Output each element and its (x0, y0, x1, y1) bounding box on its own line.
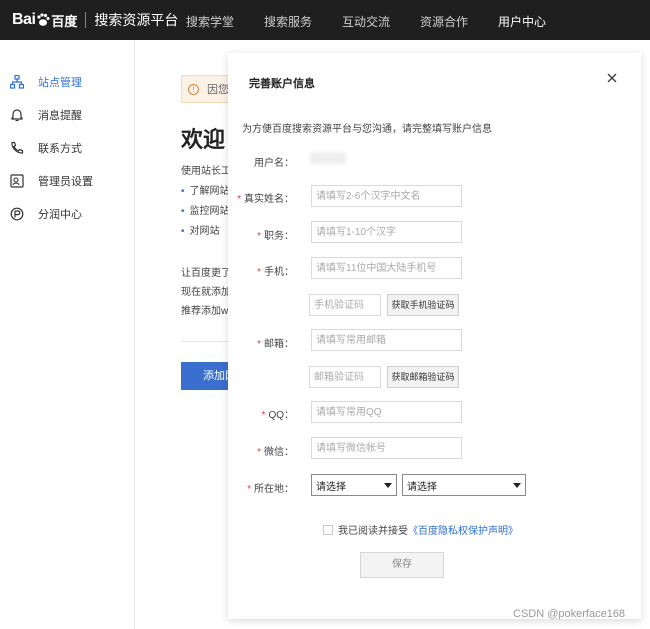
sidebar-item-label: 站点管理 (38, 77, 82, 89)
position-input[interactable] (311, 221, 462, 243)
logo-bai-text: Bai (12, 11, 36, 28)
bell-icon (11, 109, 23, 122)
realname-label: * 真实姓名： (237, 194, 294, 205)
watermark-text: CSDN @pokerface168 (513, 608, 626, 620)
qq-input[interactable] (311, 401, 462, 423)
para-line: 让百度更了 (181, 268, 231, 279)
logo-divider (85, 12, 87, 28)
phone-label: * 手机： (257, 267, 294, 278)
sidebar-item-admin-settings[interactable]: 管理员设置 (0, 167, 135, 195)
agreement-row: 我已阅读并接受 《百度隐私权保护声明》 (323, 522, 518, 537)
email-code-input[interactable] (309, 366, 381, 388)
agree-text: 我已阅读并接受 (338, 526, 408, 537)
top-nav: Bai 百度 搜索资源平台 搜索学堂 搜索服务 互动交流 资源合作 用户中心 (0, 0, 650, 40)
bullet-item: 了解网站 (181, 182, 230, 197)
realname-input[interactable] (311, 185, 462, 207)
location-label: * 所在地： (247, 484, 294, 495)
phone-code-input[interactable] (309, 294, 381, 316)
city-select[interactable]: 请选择 (402, 474, 526, 496)
para-line: 推荐添加w (181, 306, 229, 317)
modal-intro: 为方便百度搜索资源平台与您沟通，请完整填写账户信息 (242, 124, 492, 135)
revenue-icon (10, 207, 24, 221)
close-icon[interactable] (605, 71, 619, 85)
sidebar: 站点管理 消息提醒 联系方式 管理员设置 分润中心 (0, 40, 135, 629)
sidebar-item-label: 联系方式 (38, 143, 82, 155)
welcome-heading: 欢迎 (181, 127, 226, 152)
sidebar-item-contact[interactable]: 联系方式 (0, 134, 135, 162)
position-label: * 职务： (257, 231, 294, 242)
modal-title: 完善账户信息 (249, 78, 315, 90)
account-info-modal: 完善账户信息 为方便百度搜索资源平台与您沟通，请完整填写账户信息 用户名： * 真… (228, 53, 641, 619)
save-button[interactable]: 保存 (360, 552, 444, 578)
bullet-item: 监控网站 (181, 202, 230, 217)
baidu-logo[interactable]: Bai 百度 搜索资源平台 (12, 10, 178, 30)
platform-title: 搜索资源平台 (94, 12, 179, 28)
para-line: 现在就添加 (181, 287, 231, 298)
sidebar-item-revenue[interactable]: 分润中心 (0, 200, 135, 228)
sidebar-item-label: 分润中心 (38, 209, 82, 221)
warning-icon: ! (188, 83, 199, 95)
province-select[interactable]: 请选择 (311, 474, 397, 496)
privacy-policy-link[interactable]: 《百度隐私权保护声明》 (408, 522, 518, 537)
city-select-value: 请选择 (407, 481, 437, 493)
phone-input[interactable] (311, 257, 462, 279)
chevron-down-icon (384, 482, 392, 488)
nav-item-interaction[interactable]: 互动交流 (342, 13, 390, 30)
qq-label: * QQ： (261, 410, 294, 421)
bullet-item: 对网站 (181, 222, 220, 237)
admin-icon (10, 174, 24, 188)
nav-item-cooperation[interactable]: 资源合作 (420, 13, 468, 30)
paw-icon (37, 13, 50, 26)
sidebar-item-site-management[interactable]: 站点管理 (0, 68, 135, 96)
wechat-input[interactable] (311, 437, 462, 459)
get-phone-code-button[interactable]: 获取手机验证码 (387, 294, 459, 316)
get-email-code-button[interactable]: 获取邮箱验证码 (387, 366, 459, 388)
phone-icon (11, 141, 24, 154)
agree-checkbox[interactable] (323, 524, 333, 535)
email-input[interactable] (311, 329, 462, 351)
email-label: * 邮箱： (257, 339, 294, 350)
nav-item-search-service[interactable]: 搜索服务 (264, 13, 312, 30)
sidebar-item-label: 管理员设置 (38, 176, 93, 188)
notice-text: 因您 (207, 84, 229, 96)
nav-item-user-center[interactable]: 用户中心 (498, 13, 546, 30)
site-icon (10, 75, 24, 89)
logo-du-text: 百度 (51, 13, 78, 29)
sidebar-item-label: 消息提醒 (38, 110, 82, 122)
username-value-blurred (310, 152, 346, 164)
chevron-down-icon (513, 482, 521, 488)
nav-item-search-school[interactable]: 搜索学堂 (186, 13, 234, 30)
intro-text: 使用站长工 (181, 166, 231, 177)
province-select-value: 请选择 (316, 481, 346, 493)
sidebar-item-messages[interactable]: 消息提醒 (0, 101, 135, 129)
wechat-label: * 微信： (257, 447, 294, 458)
username-label: 用户名： (254, 158, 294, 169)
